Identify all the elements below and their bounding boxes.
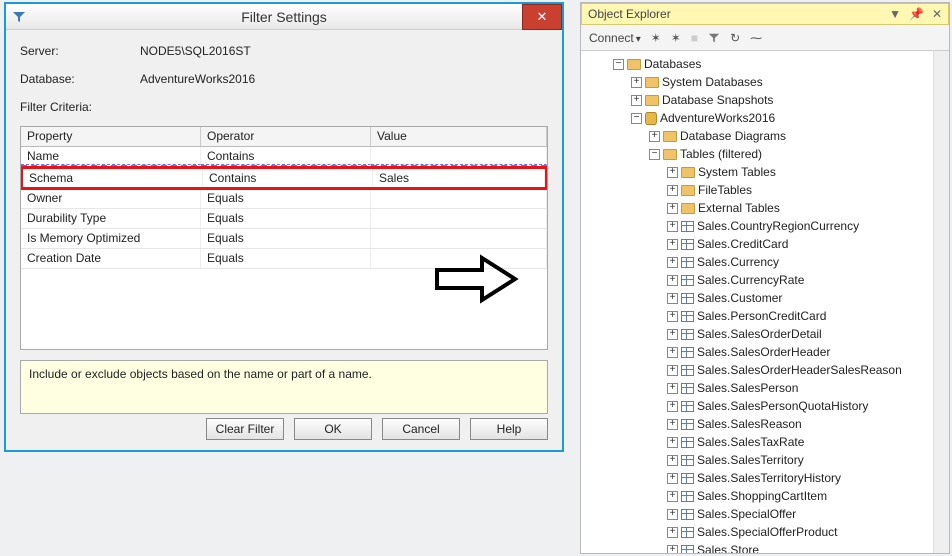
table-icon [681, 257, 694, 268]
header-property[interactable]: Property [21, 127, 201, 146]
table-icon [681, 473, 694, 484]
tree-node-adventureworks[interactable]: −AdventureWorks2016 [583, 109, 947, 127]
table-icon [681, 419, 694, 430]
table-icon [681, 239, 694, 250]
server-label: Server: [20, 44, 140, 58]
tree-node-table[interactable]: +Sales.SalesPersonQuotaHistory [583, 397, 947, 415]
tree-node-table[interactable]: +Sales.SalesTerritoryHistory [583, 469, 947, 487]
tree-node-system-tables[interactable]: +System Tables [583, 163, 947, 181]
table-icon [681, 275, 694, 286]
table-icon [681, 437, 694, 448]
table-icon [681, 293, 694, 304]
table-icon [681, 491, 694, 502]
tree-node-databases[interactable]: −Databases [583, 55, 947, 73]
close-button[interactable]: ✕ [522, 4, 562, 30]
criteria-label: Filter Criteria: [20, 100, 140, 114]
table-icon [681, 347, 694, 358]
object-explorer-panel: Object Explorer ▼ 📌 ✕ Connect ✶ ✶ ■ ↻ ⁓ … [580, 2, 950, 554]
dialog-title: Filter Settings [6, 9, 562, 25]
folder-icon [645, 95, 659, 106]
dropdown-icon[interactable]: ▼ [889, 7, 901, 21]
tree-node-table[interactable]: +Sales.SalesTaxRate [583, 433, 947, 451]
tree-node-table[interactable]: +Sales.CurrencyRate [583, 271, 947, 289]
button-bar: Clear Filter OK Cancel Help [206, 418, 548, 440]
stop-icon[interactable]: ✶ [671, 31, 681, 45]
tree-node-table[interactable]: +Sales.PersonCreditCard [583, 307, 947, 325]
tree-node-table[interactable]: +Sales.SpecialOffer [583, 505, 947, 523]
ok-button[interactable]: OK [294, 418, 372, 440]
sep-icon: ■ [691, 31, 698, 45]
tree-node-filetables[interactable]: +FileTables [583, 181, 947, 199]
tree-node-table[interactable]: +Sales.CountryRegionCurrency [583, 217, 947, 235]
folder-icon [663, 131, 677, 142]
tree-node-table[interactable]: +Sales.Currency [583, 253, 947, 271]
table-icon [681, 509, 694, 520]
tree-node-diagrams[interactable]: +Database Diagrams [583, 127, 947, 145]
table-icon [681, 221, 694, 232]
header-value[interactable]: Value [371, 127, 547, 146]
filter-icon[interactable] [708, 32, 720, 44]
tree-node-table[interactable]: +Sales.Customer [583, 289, 947, 307]
table-icon [681, 545, 694, 554]
connect-dropdown[interactable]: Connect [589, 31, 641, 45]
table-icon [681, 311, 694, 322]
table-icon [681, 365, 694, 376]
folder-icon [681, 167, 695, 178]
folder-icon [627, 59, 641, 70]
cancel-button[interactable]: Cancel [382, 418, 460, 440]
tree-node-table[interactable]: +Sales.SalesOrderHeader [583, 343, 947, 361]
database-icon [645, 112, 657, 125]
table-icon [681, 383, 694, 394]
close-icon[interactable]: ✕ [932, 7, 942, 21]
tree-node-table[interactable]: +Sales.SalesOrderDetail [583, 325, 947, 343]
grid-row-name[interactable]: Name Contains [21, 147, 547, 167]
disconnect-icon[interactable]: ✶ [651, 31, 661, 45]
tree-node-table[interactable]: +Sales.SpecialOfferProduct [583, 523, 947, 541]
table-icon [681, 527, 694, 538]
refresh-icon[interactable]: ↻ [730, 31, 740, 45]
grid-row-durability[interactable]: Durability Type Equals [21, 209, 547, 229]
scrollbar[interactable] [933, 51, 949, 553]
table-icon [681, 329, 694, 340]
database-value: AdventureWorks2016 [140, 72, 255, 86]
tree-node-table[interactable]: +Sales.CreditCard [583, 235, 947, 253]
panel-titlebar[interactable]: Object Explorer ▼ 📌 ✕ [581, 3, 949, 25]
tree-node-table[interactable]: +Sales.SalesOrderHeaderSalesReason [583, 361, 947, 379]
folder-icon [681, 185, 695, 196]
object-tree[interactable]: −Databases +System Databases +Database S… [581, 51, 949, 553]
titlebar[interactable]: Filter Settings ✕ [6, 4, 562, 30]
tree-node-table[interactable]: +Sales.ShoppingCartItem [583, 487, 947, 505]
tree-node-system-databases[interactable]: +System Databases [583, 73, 947, 91]
folder-icon [663, 149, 677, 160]
tree-node-tables-filtered[interactable]: −Tables (filtered) [583, 145, 947, 163]
database-label: Database: [20, 72, 140, 86]
filter-settings-dialog: Filter Settings ✕ Server:NODE5\SQL2016ST… [4, 2, 564, 452]
header-operator[interactable]: Operator [201, 127, 371, 146]
folder-icon [681, 203, 695, 214]
tree-node-table[interactable]: +Sales.Store [583, 541, 947, 553]
pin-icon[interactable]: 📌 [909, 7, 924, 21]
grid-header: Property Operator Value [21, 127, 547, 147]
help-button[interactable]: Help [470, 418, 548, 440]
tree-node-table[interactable]: +Sales.SalesTerritory [583, 451, 947, 469]
server-value: NODE5\SQL2016ST [140, 44, 251, 58]
tree-node-snapshots[interactable]: +Database Snapshots [583, 91, 947, 109]
tree-node-table[interactable]: +Sales.SalesReason [583, 415, 947, 433]
table-icon [681, 401, 694, 412]
grid-row-creation[interactable]: Creation Date Equals [21, 249, 547, 269]
clear-filter-button[interactable]: Clear Filter [206, 418, 284, 440]
table-icon [681, 455, 694, 466]
description-box: Include or exclude objects based on the … [20, 360, 548, 414]
grid-row-owner[interactable]: Owner Equals [21, 189, 547, 209]
folder-icon [645, 77, 659, 88]
tree-node-table[interactable]: +Sales.SalesPerson [583, 379, 947, 397]
panel-toolbar: Connect ✶ ✶ ■ ↻ ⁓ [581, 25, 949, 51]
grid-row-schema[interactable]: Schema Contains Sales [20, 166, 548, 190]
grid-row-memory[interactable]: Is Memory Optimized Equals [21, 229, 547, 249]
panel-title-text: Object Explorer [588, 7, 671, 21]
activity-icon[interactable]: ⁓ [750, 31, 762, 45]
tree-node-external-tables[interactable]: +External Tables [583, 199, 947, 217]
criteria-grid: Property Operator Value Name Contains Sc… [20, 126, 548, 350]
